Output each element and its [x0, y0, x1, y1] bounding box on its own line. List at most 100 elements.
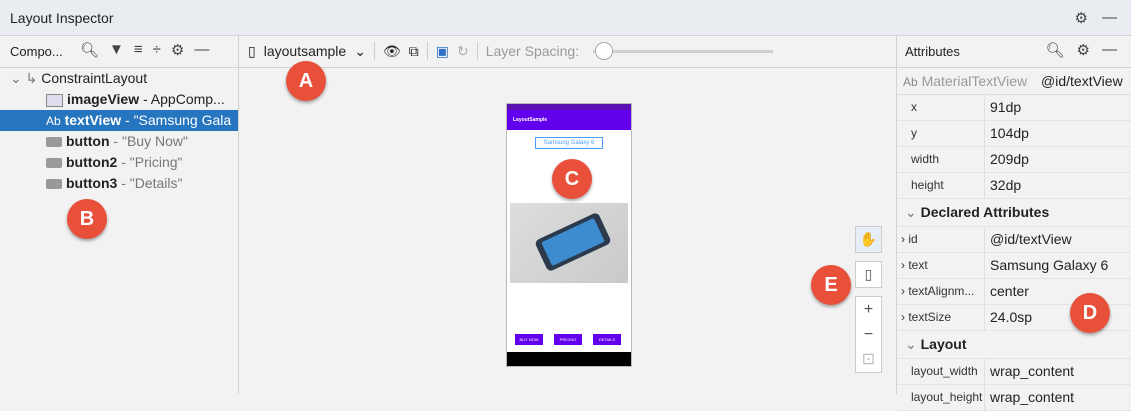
text-icon: Ab: [903, 75, 918, 89]
attribute-row[interactable]: width 209dp: [897, 147, 1131, 173]
button-icon: [46, 179, 62, 190]
expand-all-icon[interactable]: ≡: [134, 41, 143, 59]
divider: [476, 42, 478, 60]
attribute-key: x: [911, 100, 917, 114]
preview-textview[interactable]: Samsung Galaxy 6: [535, 137, 603, 149]
3d-mode-icon[interactable]: ▯: [855, 261, 882, 288]
callout-badge-d: D: [1070, 293, 1110, 333]
attribute-value: 104dp: [990, 125, 1029, 141]
attribute-row[interactable]: x 91dp: [897, 95, 1131, 121]
tree-item-detail: - "Details": [117, 175, 183, 191]
tree-item-label: ConstraintLayout: [41, 70, 148, 86]
tree-row-button[interactable]: button - "Buy Now": [0, 131, 238, 152]
device-icon: ▯: [248, 42, 256, 59]
selected-view-header: Ab MaterialTextView @id/textView: [897, 68, 1131, 95]
attribute-row[interactable]: › text Samsung Galaxy 6: [897, 253, 1131, 279]
window-title: Layout Inspector: [10, 10, 114, 26]
attribute-key: › textAlignm...: [901, 284, 975, 298]
tree-item-detail: - AppComp...: [139, 91, 225, 107]
collapse-all-icon[interactable]: ÷: [153, 41, 161, 59]
declared-attributes-section[interactable]: ⌄ Declared Attributes: [897, 199, 1131, 227]
device-selector[interactable]: layoutsample: [264, 43, 347, 59]
zoom-out-icon[interactable]: −: [856, 322, 881, 347]
slider-knob[interactable]: [595, 41, 614, 60]
device-preview[interactable]: LayoutSample Samsung Galaxy 6 BUY NOW PR…: [506, 103, 632, 367]
attribute-row[interactable]: layout_height wrap_content: [897, 385, 1131, 411]
gear-icon[interactable]: ⚙: [1075, 9, 1088, 27]
phone-image[interactable]: [510, 203, 628, 283]
minimize-icon[interactable]: —: [1102, 41, 1117, 59]
zoom-in-icon[interactable]: +: [856, 297, 881, 322]
fit-screen-icon[interactable]: ⊡: [856, 347, 881, 372]
phone-photo-graphic: [535, 213, 611, 271]
layer-spacing-label: Layer Spacing:: [485, 43, 580, 59]
tree-item-name: button3: [66, 175, 118, 191]
attribute-value: 209dp: [990, 151, 1029, 167]
callout-badge-e: E: [811, 265, 851, 305]
live-updates-icon[interactable]: ▣: [436, 43, 449, 60]
callout-badge-a: A: [286, 61, 326, 101]
constraint-layout-icon: ↳: [25, 70, 38, 86]
tree-item-detail: - "Samsung Gala: [121, 112, 232, 128]
search-icon[interactable]: 🔍︎: [1046, 41, 1065, 59]
callout-badge-b: B: [67, 199, 107, 239]
minimize-icon[interactable]: —: [1102, 9, 1117, 27]
tree-row-button3[interactable]: button3 - "Details": [0, 173, 238, 194]
divider: [373, 42, 375, 60]
preview-pricing-button[interactable]: PRICING: [554, 334, 582, 345]
layer-spacing-slider[interactable]: [593, 41, 774, 60]
component-tree: ⌄ ↳ ConstraintLayout imageView - AppComp…: [0, 68, 238, 194]
attribute-key: layout_height: [911, 390, 983, 404]
attribute-key: › textSize: [901, 310, 952, 324]
export-icon[interactable]: ⧉: [409, 43, 419, 60]
attribute-row[interactable]: layout_width wrap_content: [897, 359, 1131, 385]
filter-icon[interactable]: ▼: [109, 41, 124, 59]
button-icon: [46, 137, 62, 148]
zoom-controls: + − ⊡: [855, 296, 882, 373]
callout-badge-c: C: [552, 159, 592, 199]
tree-row-imageview[interactable]: imageView - AppComp...: [0, 89, 238, 110]
eye-icon[interactable]: 👁︎: [383, 43, 401, 60]
attribute-value: wrap_content: [990, 363, 1075, 379]
attribute-row[interactable]: y 104dp: [897, 121, 1131, 147]
attribute-key: height: [911, 178, 944, 192]
attributes-panel: Ab MaterialTextView @id/textView x 91dp y…: [897, 68, 1131, 411]
tree-row-button2[interactable]: button2 - "Pricing": [0, 152, 238, 173]
search-icon[interactable]: 🔍︎: [80, 41, 99, 59]
toolbar: Compo... 🔍︎ ▼ ≡ ÷ ⚙ — ▯ layoutsample ⌄ 👁…: [0, 36, 1131, 68]
chevron-down-icon: ⌄: [905, 204, 917, 220]
viewport-tools: ✋ ▯ + − ⊡: [855, 226, 882, 373]
attribute-value: Samsung Galaxy 6: [990, 257, 1109, 273]
selected-class: MaterialTextView: [921, 73, 1028, 89]
divider: [238, 36, 239, 394]
tree-row-textview[interactable]: Ab textView - "Samsung Gala: [0, 110, 238, 131]
refresh-icon[interactable]: ↻: [457, 43, 469, 60]
minimize-icon[interactable]: —: [194, 41, 209, 59]
attribute-row[interactable]: height 32dp: [897, 173, 1131, 199]
attribute-row[interactable]: › id @id/textView: [897, 227, 1131, 253]
attribute-key: y: [911, 126, 917, 140]
layout-section[interactable]: ⌄ Layout: [897, 331, 1131, 359]
selected-id: @id/textView: [1041, 73, 1123, 89]
tree-item-name: button2: [66, 154, 118, 170]
gear-icon[interactable]: ⚙: [1077, 41, 1090, 59]
image-icon: [46, 93, 63, 107]
preview-details-button[interactable]: DETAILS: [593, 334, 621, 345]
attribute-key: › text: [901, 258, 928, 272]
navigation-bar: [507, 352, 631, 366]
tree-item-detail: - "Pricing": [117, 154, 183, 170]
pan-hand-icon[interactable]: ✋: [855, 226, 882, 253]
chevron-down-icon[interactable]: ⌄: [354, 43, 366, 60]
attribute-key: › id: [901, 232, 918, 246]
gear-icon[interactable]: ⚙: [171, 41, 184, 59]
attributes-panel-title: Attributes: [905, 44, 960, 59]
preview-buy-button[interactable]: BUY NOW: [515, 334, 543, 345]
attribute-value: 91dp: [990, 99, 1022, 115]
tree-item-detail: - "Buy Now": [109, 133, 188, 149]
attribute-value: center: [990, 283, 1029, 299]
chevron-down-icon[interactable]: ⌄: [10, 70, 22, 86]
tree-item-name: imageView: [67, 91, 140, 107]
title-bar: Layout Inspector ⚙ —: [0, 0, 1131, 36]
tree-row-constraintlayout[interactable]: ⌄ ↳ ConstraintLayout: [0, 68, 238, 89]
tree-item-name: button: [66, 133, 110, 149]
